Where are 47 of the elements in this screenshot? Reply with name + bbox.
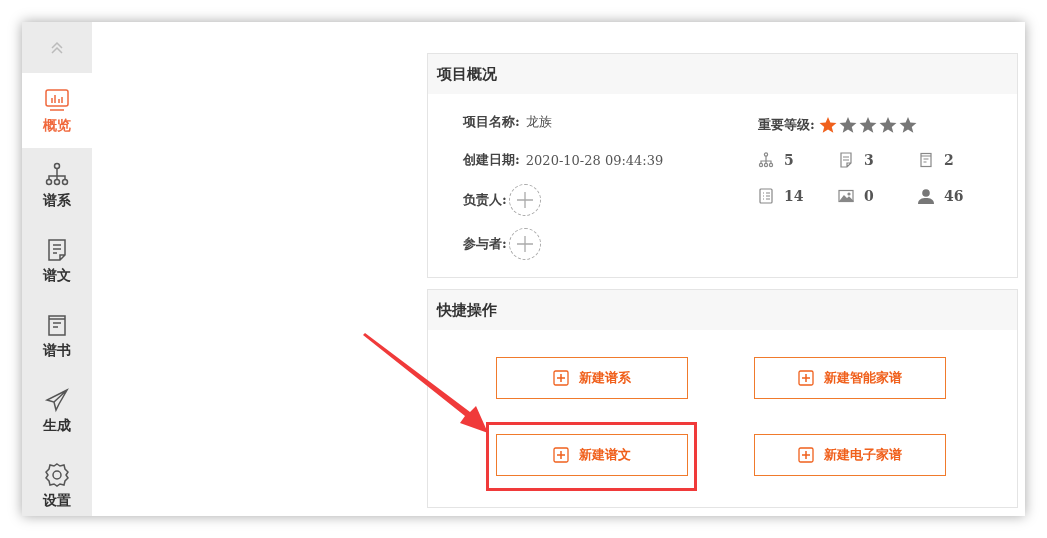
person-icon [918, 189, 934, 204]
chart-monitor-icon [45, 88, 69, 111]
list-icon [759, 188, 773, 204]
star-rating[interactable] [818, 116, 917, 134]
field-label: 创建日期: [463, 151, 520, 169]
hierarchy-icon [758, 152, 774, 168]
sidebar-item[interactable]: 谱文 [22, 223, 92, 298]
field-value: 2020-10-28 09:44:39 [525, 152, 664, 168]
field-label: 项目名称: [463, 113, 520, 131]
plus-square-icon [553, 447, 569, 463]
stat-count: 5 [784, 152, 794, 168]
stat-count: 2 [944, 152, 954, 168]
image-icon [838, 189, 854, 203]
panel-title: 快捷操作 [428, 290, 1017, 330]
document-icon [840, 152, 852, 168]
importance-label: 重要等级: [758, 116, 815, 134]
sidebar-item[interactable]: 设置 [22, 448, 92, 516]
star-icon [898, 116, 917, 134]
settings-icon [45, 462, 69, 487]
star-icon [878, 116, 897, 134]
stat-count: 0 [864, 188, 874, 204]
book-icon [920, 152, 932, 168]
stat-count: 3 [864, 152, 874, 168]
sidebar-item[interactable]: 谱书 [22, 298, 92, 373]
add-button[interactable] [508, 184, 541, 216]
document-icon [48, 238, 66, 261]
field-label: 负责人: [463, 191, 507, 209]
field-label: 参与者: [463, 235, 507, 253]
panel-title: 项目概况 [428, 54, 1017, 94]
sidebar-item[interactable]: 谱系 [22, 148, 92, 223]
add-button[interactable] [508, 228, 541, 260]
collapse-icon[interactable] [50, 40, 64, 55]
paper-plane-icon [44, 388, 68, 412]
plus-icon [515, 191, 534, 209]
stat-count: 46 [944, 188, 964, 204]
sidebar-item[interactable]: 生成 [22, 373, 92, 448]
field-value: 龙族 [525, 113, 552, 131]
book-icon [48, 314, 66, 336]
plus-square-icon [553, 370, 569, 386]
stat-count: 14 [784, 188, 804, 204]
star-icon [818, 116, 837, 134]
plus-square-icon [798, 447, 814, 463]
star-icon [858, 116, 877, 134]
plus-square-icon [798, 370, 814, 386]
plus-icon [515, 235, 534, 253]
star-icon [838, 116, 857, 134]
hierarchy-icon [45, 162, 69, 185]
